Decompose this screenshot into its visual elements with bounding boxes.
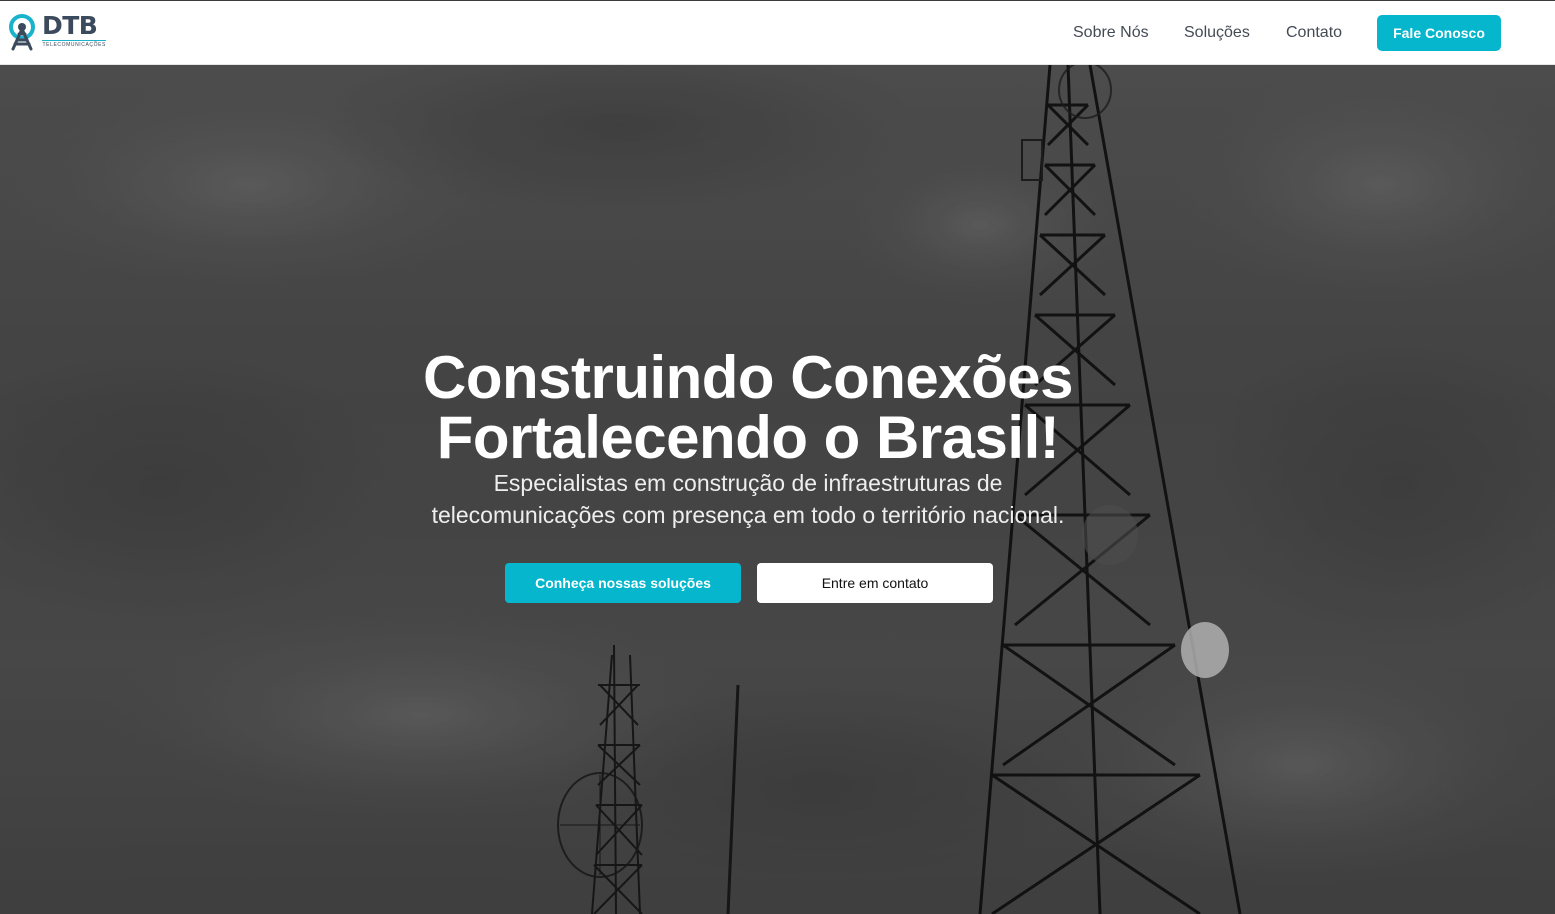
nav-sobre-nos[interactable]: Sobre Nós (1073, 24, 1149, 42)
logo-text: DTB TELECOMUNICAÇÕES (42, 13, 106, 48)
hero-section: Construindo Conexões Fortalecendo o Bras… (0, 65, 1555, 914)
nav-contato[interactable]: Contato (1286, 24, 1342, 42)
entre-em-contato-button[interactable]: Entre em contato (757, 563, 993, 603)
hero-title: Construindo Conexões Fortalecendo o Bras… (330, 348, 1166, 468)
brand-logo[interactable]: DTB TELECOMUNICAÇÕES (6, 13, 112, 53)
hero-subtitle-line-2: telecomunicações com presença em todo o … (431, 502, 1065, 528)
conheca-solucoes-button[interactable]: Conheça nossas soluções (505, 563, 741, 603)
hero-title-line-1: Construindo Conexões (422, 344, 1074, 412)
fale-conosco-button[interactable]: Fale Conosco (1377, 15, 1501, 51)
antenna-tower-icon (9, 14, 35, 51)
nav-solucoes[interactable]: Soluções (1184, 24, 1250, 42)
hero-subtitle-line-1: Especialistas em construção de infraestr… (493, 470, 1003, 496)
logo-tagline: TELECOMUNICAÇÕES (42, 40, 106, 48)
site-header: DTB TELECOMUNICAÇÕES Sobre Nós Soluções … (0, 1, 1555, 65)
logo-wordmark: DTB (42, 11, 98, 40)
hero-subtitle: Especialistas em construção de infraestr… (360, 467, 1136, 531)
hero-title-line-2: Fortalecendo o Brasil! (436, 404, 1060, 472)
